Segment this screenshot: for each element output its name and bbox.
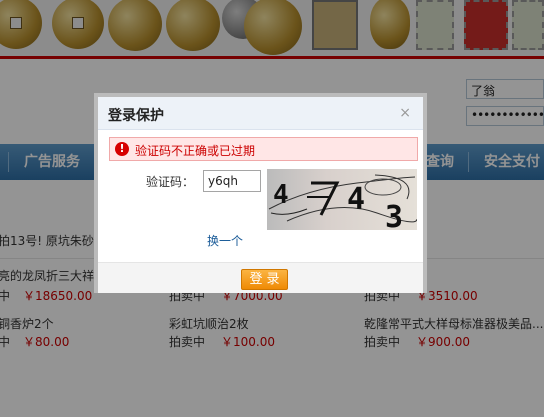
svg-text:4: 4: [347, 182, 365, 217]
close-icon[interactable]: ×: [399, 105, 411, 121]
refresh-captcha-link[interactable]: 换一个: [207, 232, 243, 249]
svg-text:3: 3: [385, 200, 403, 230]
error-message: ! 验证码不正确或已过期: [109, 137, 418, 161]
error-icon: !: [115, 142, 129, 156]
dialog-title: 登录保护: [108, 108, 164, 124]
error-text: 验证码不正确或已过期: [135, 144, 256, 158]
captcha-input[interactable]: [203, 170, 261, 192]
captcha-label: 验证码：: [146, 175, 195, 189]
captcha-image[interactable]: 4 4 3: [267, 169, 417, 230]
svg-text:4: 4: [273, 180, 289, 210]
login-button[interactable]: 登录: [241, 269, 288, 290]
dialog-header: 登录保护 ×: [98, 97, 423, 130]
login-protection-dialog: 登录保护 × ! 验证码不正确或已过期 验证码： 4 4 3 换一个 登录: [94, 93, 427, 293]
